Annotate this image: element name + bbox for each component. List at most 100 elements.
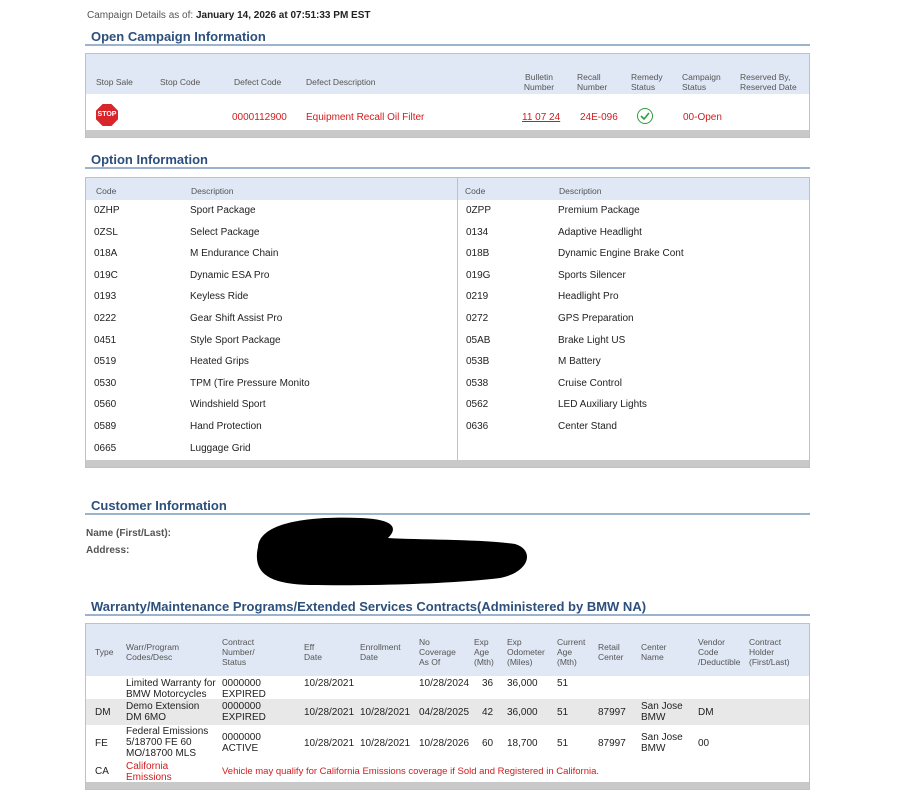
option-row: 0538 Cruise Control xyxy=(458,373,810,395)
warranty-row: DM Demo Extension DM 6MO 0000000 EXPIRED… xyxy=(86,699,809,725)
warranty-type: DM xyxy=(95,707,111,718)
hdr-defect-desc: Defect Description xyxy=(306,77,376,87)
option-description: Cruise Control xyxy=(558,377,622,389)
option-code: 0589 xyxy=(94,420,117,432)
option-description: Adaptive Headlight xyxy=(558,226,642,238)
hdr-code-left: Code xyxy=(96,186,117,196)
as-of-label: Campaign Details as of: xyxy=(87,10,194,21)
option-description: Sports Silencer xyxy=(558,269,626,281)
warranty-expage: 42 xyxy=(482,707,494,718)
stop-sign-icon: STOP xyxy=(96,104,118,126)
option-description: Heated Grips xyxy=(190,356,249,368)
option-row: 0219 Headlight Pro xyxy=(458,286,810,308)
warranty-expodo: 36,000 xyxy=(507,707,538,718)
option-description: Luggage Grid xyxy=(190,442,251,454)
option-description: Style Sport Package xyxy=(190,334,281,346)
warranty-eff: 10/28/2021 xyxy=(304,678,355,689)
hdr-code-right: Code xyxy=(465,186,486,196)
hdr-curage: Current Age (Mth) xyxy=(557,637,586,667)
option-row: 0665 Luggage Grid xyxy=(86,438,457,460)
options-bottom-bar xyxy=(86,460,809,467)
option-code: 0272 xyxy=(466,312,489,324)
option-code: 019C xyxy=(94,269,118,281)
option-description: Keyless Ride xyxy=(190,291,249,303)
option-code: 0ZPP xyxy=(466,205,492,216)
option-description: Headlight Pro xyxy=(558,291,619,303)
warranty-center: San Jose BMW xyxy=(641,732,683,754)
option-code: 0ZHP xyxy=(94,205,120,216)
warranty-vendor: DM xyxy=(698,707,714,718)
option-description: M Endurance Chain xyxy=(190,248,279,260)
hdr-nocov: No Coverage As Of xyxy=(419,637,456,667)
name-label: Name (First/Last): xyxy=(86,528,172,539)
option-row: 053B M Battery xyxy=(458,351,810,373)
option-row: 0272 GPS Preparation xyxy=(458,308,810,330)
warranty-contract: 0000000 ACTIVE xyxy=(222,732,261,754)
warranty-center: San Jose BMW xyxy=(641,701,683,723)
hdr-codes: Warr/Program Codes/Desc xyxy=(126,642,180,662)
option-description: Premium Package xyxy=(558,205,640,216)
option-code: 018B xyxy=(466,248,490,260)
warranty-contract: 0000000 EXPIRED xyxy=(222,678,266,700)
option-description: LED Auxiliary Lights xyxy=(558,399,647,411)
warranty-vendor: 00 xyxy=(698,738,710,749)
option-row: 0222 Gear Shift Assist Pro xyxy=(86,308,457,330)
option-code: 0665 xyxy=(94,442,117,454)
option-code: 0519 xyxy=(94,356,117,368)
hdr-expodo: Exp Odometer (Miles) xyxy=(507,637,545,667)
warranty-expodo: 18,700 xyxy=(507,738,538,749)
option-row: 0519 Heated Grips xyxy=(86,351,457,373)
hdr-campaign-status: Campaign Status xyxy=(682,72,721,92)
option-description: Select Package xyxy=(190,226,260,238)
defect-code: 0000112900 xyxy=(232,112,287,123)
hdr-center: Center Name xyxy=(641,642,667,662)
warranty-curage: 51 xyxy=(557,738,569,749)
hdr-vendor: Vendor Code /Deductible xyxy=(698,637,741,667)
hdr-type: Type xyxy=(95,647,114,657)
option-description: Dynamic Engine Brake Cont xyxy=(558,248,684,260)
option-code: 053B xyxy=(466,356,490,368)
defect-desc: Equipment Recall Oil Filter xyxy=(306,112,425,123)
warranty-enroll: 10/28/2021 xyxy=(360,707,411,718)
campaign-section-title: Open Campaign Information xyxy=(85,29,810,46)
option-row: 0636 Center Stand xyxy=(458,416,810,438)
option-row: 0ZHP Sport Package xyxy=(86,200,457,222)
warranty-nocov: 04/28/2025 xyxy=(419,707,470,718)
warranty-eff: 10/28/2021 xyxy=(304,738,355,749)
check-circle-icon xyxy=(637,108,653,124)
option-description: TPM (Tire Pressure Monito xyxy=(190,377,310,389)
options-panel: Code Description Code Description 0ZHP Sp… xyxy=(85,177,810,468)
option-description: Center Stand xyxy=(558,420,617,432)
hdr-recall: Recall Number xyxy=(577,72,608,92)
options-left-column: 0ZHP Sport Package 0ZSL Select Package 018A M… xyxy=(86,200,457,459)
option-code: 019G xyxy=(466,269,491,281)
option-row: 0530 TPM (Tire Pressure Monito xyxy=(86,373,457,395)
option-description: Gear Shift Assist Pro xyxy=(190,312,283,324)
warranty-expodo: 36,000 xyxy=(507,678,538,689)
option-row: 019C Dynamic ESA Pro xyxy=(86,265,457,287)
option-code: 0219 xyxy=(466,291,489,303)
warranty-desc: Federal Emissions 5/18700 FE 60 MO/18700… xyxy=(126,726,209,759)
warranty-row: Limited Warranty for BMW Motorcycles 000… xyxy=(86,677,809,700)
warranty-row: CA California Emissions Vehicle may qual… xyxy=(86,761,809,783)
option-description: M Battery xyxy=(558,356,601,368)
option-row: 05AB Brake Light US xyxy=(458,330,810,352)
hdr-desc-left: Description xyxy=(191,186,234,196)
option-description: Dynamic ESA Pro xyxy=(190,269,270,281)
option-code: 0560 xyxy=(94,399,117,411)
bulletin-link[interactable]: 11 07 24 xyxy=(522,112,560,123)
as-of-value: January 14, 2026 at 07:51:33 PM EST xyxy=(195,10,371,21)
option-code: 0134 xyxy=(466,226,489,238)
address-label: Address: xyxy=(86,545,130,556)
warranty-retail: 87997 xyxy=(598,738,626,749)
hdr-reserved: Reserved By, Reserved Date xyxy=(740,72,797,92)
option-row: 0ZSL Select Package xyxy=(86,222,457,244)
hdr-bulletin: Bulletin Number xyxy=(523,72,555,92)
warranty-section-title: Warranty/Maintenance Programs/Extended S… xyxy=(85,599,810,616)
warranty-expage: 60 xyxy=(482,738,494,749)
warranty-enroll: 10/28/2021 xyxy=(360,738,411,749)
warranty-desc: California Emissions xyxy=(126,761,172,783)
hdr-holder: Contract Holder (First/Last) xyxy=(749,637,790,667)
option-code: 0193 xyxy=(94,291,117,303)
hdr-stop-code: Stop Code xyxy=(160,77,201,87)
